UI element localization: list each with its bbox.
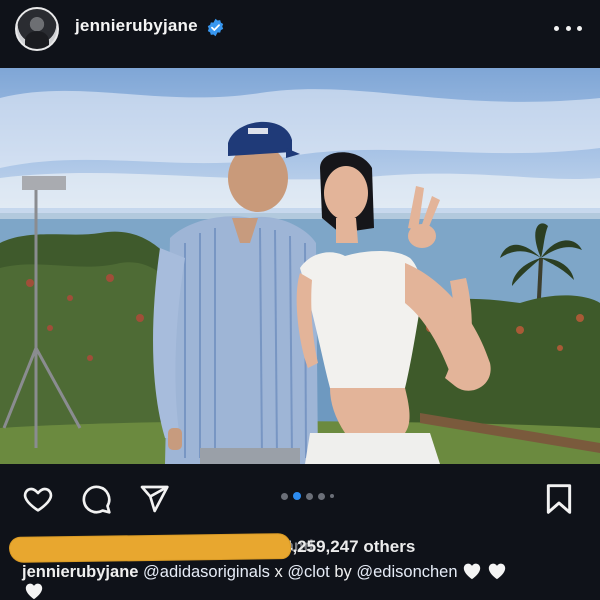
post-header: jennierubyjane (0, 0, 600, 58)
caption-mention-adidasoriginals[interactable]: @adidasoriginals (143, 563, 270, 581)
caption-mention-clot[interactable]: @clot (287, 563, 329, 581)
bookmark-icon[interactable] (545, 483, 573, 515)
carousel-dot (281, 492, 288, 500)
white-heart-icon (488, 563, 505, 580)
carousel-dot (318, 492, 325, 500)
more-options-icon[interactable] (554, 14, 582, 42)
caption-text-x: x (274, 563, 283, 581)
photo-scene (0, 89, 600, 464)
comment-icon[interactable] (80, 483, 112, 515)
carousel-indicator (281, 492, 334, 500)
carousel-dot-active (293, 492, 301, 500)
heart-icon[interactable] (21, 483, 55, 515)
carousel-dot (330, 494, 334, 498)
post-caption: jennierubyjane @adidasoriginals x @clot … (22, 561, 592, 583)
caption-mention-edisonchen[interactable]: @edisonchen (356, 563, 457, 581)
caption-username[interactable]: jennierubyjane (22, 563, 138, 581)
likes-count[interactable]: 4,259,247 others (283, 537, 415, 557)
post-username[interactable]: jennierubyjane (75, 16, 198, 36)
white-heart-icon (463, 563, 481, 580)
carousel-dot (306, 492, 313, 500)
send-icon[interactable] (138, 483, 170, 515)
caption-text-by: by (334, 563, 352, 581)
redaction-scribble (9, 534, 291, 562)
post-photo[interactable] (0, 68, 600, 464)
white-heart-icon (25, 583, 43, 600)
avatar[interactable] (15, 7, 59, 51)
verified-badge-icon (207, 18, 224, 37)
